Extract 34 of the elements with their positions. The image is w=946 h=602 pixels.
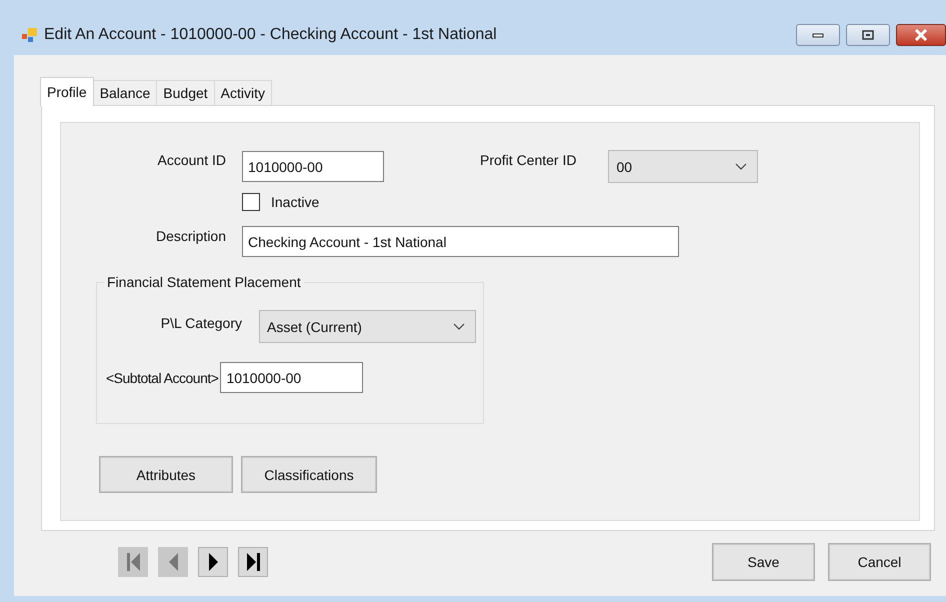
close-button[interactable] bbox=[896, 24, 946, 46]
form-button[interactable]: Classifications bbox=[241, 456, 377, 493]
last-arrow-icon bbox=[246, 552, 260, 570]
subtotal-account-field[interactable]: 1010000-00 bbox=[220, 362, 364, 393]
first-arrow-icon bbox=[126, 552, 140, 570]
previous-arrow-icon bbox=[168, 552, 178, 570]
close-icon bbox=[914, 28, 928, 40]
minimize-button[interactable] bbox=[796, 24, 840, 46]
group-title: Financial Statement Placement bbox=[104, 274, 304, 290]
field-label: Account ID bbox=[156, 152, 226, 168]
description-field[interactable]: Checking Account - 1st National bbox=[242, 226, 679, 257]
restore-button[interactable] bbox=[846, 24, 890, 46]
profit-center-dropdown[interactable]: 00 bbox=[608, 150, 758, 183]
next-arrow-icon bbox=[208, 552, 218, 570]
checkbox-label: Inactive bbox=[271, 194, 320, 210]
window-title: Edit An Account - 1010000-00 - Checking Account - 1st National bbox=[44, 26, 497, 44]
account-id-field[interactable]: 1010000-00 bbox=[242, 151, 384, 182]
next-record-button[interactable] bbox=[198, 546, 228, 576]
category-dropdown[interactable]: Asset (Current) bbox=[259, 310, 476, 343]
dialog-button[interactable]: Save bbox=[712, 543, 815, 581]
chevron-down-icon bbox=[735, 162, 748, 170]
field-label: Profit Center ID bbox=[480, 152, 576, 168]
minimize-icon bbox=[812, 32, 824, 38]
dialog-button[interactable]: Cancel bbox=[828, 543, 931, 581]
form-button[interactable]: Attributes bbox=[99, 456, 233, 493]
app-icon bbox=[22, 28, 38, 42]
chevron-down-icon bbox=[453, 322, 465, 330]
tab[interactable]: Activity bbox=[214, 80, 272, 105]
last-record-button[interactable] bbox=[238, 546, 268, 576]
tab[interactable]: Profile bbox=[40, 77, 94, 106]
field-label: Description bbox=[154, 228, 226, 244]
field-label: P\L Category bbox=[160, 314, 242, 330]
field-label: <Subtotal Account> bbox=[106, 370, 218, 386]
restore-icon bbox=[862, 30, 874, 40]
